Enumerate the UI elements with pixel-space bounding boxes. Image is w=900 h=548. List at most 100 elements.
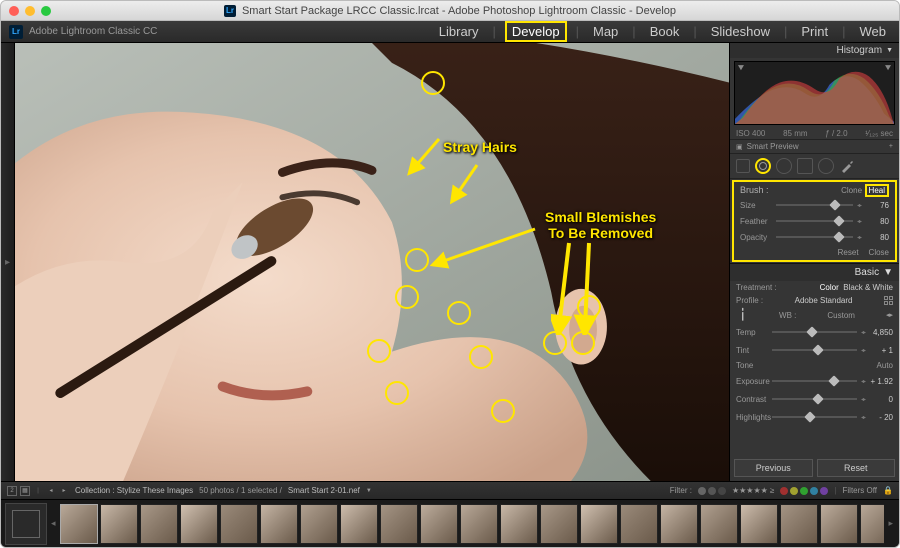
filmstrip-next-icon[interactable]: ▸	[886, 518, 895, 529]
filmstrip-thumb[interactable]	[260, 504, 298, 544]
chevron-down-icon[interactable]: ▼	[883, 267, 893, 278]
filmstrip-thumb[interactable]	[460, 504, 498, 544]
second-window-icon[interactable]: 2	[7, 486, 17, 496]
filmstrip-thumb[interactable]	[660, 504, 698, 544]
filename-crumb[interactable]: Smart Start 2-01.nef	[288, 486, 360, 495]
mode-clone[interactable]: Clone	[841, 186, 862, 195]
redeye-tool-icon[interactable]	[776, 158, 792, 174]
histo-aperture: ƒ / 2.0	[825, 129, 847, 138]
radial-filter-icon[interactable]	[818, 158, 834, 174]
tone-label: Tone	[736, 361, 753, 370]
filmstrip-thumb[interactable]	[820, 504, 858, 544]
filmstrip-thumb[interactable]	[420, 504, 458, 544]
window-title: Smart Start Package LRCC Classic.lrcat -…	[242, 5, 676, 17]
filmstrip-thumb[interactable]	[580, 504, 618, 544]
secondary-toolbar: 2 ▦ | ◂ ▸ Collection : Stylize These Ima…	[1, 481, 899, 499]
mac-titlebar: Lr Smart Start Package LRCC Classic.lrca…	[1, 1, 899, 21]
filmstrip-thumb[interactable]	[340, 504, 378, 544]
profile-label: Profile :	[736, 296, 763, 305]
module-web[interactable]: Web	[855, 23, 892, 40]
filmstrip-thumb[interactable]	[620, 504, 658, 544]
filmstrip-thumb[interactable]	[540, 504, 578, 544]
filmstrip-thumb[interactable]	[140, 504, 178, 544]
histogram-display[interactable]	[734, 61, 895, 125]
filmstrip-thumb[interactable]	[180, 504, 218, 544]
filmstrip-thumb[interactable]	[740, 504, 778, 544]
tint-slider[interactable]: Tint ◂▸ + 1	[730, 343, 899, 357]
filmstrip-thumb[interactable]	[860, 504, 885, 544]
image-canvas[interactable]: Stray Hairs Small Blemishes To Be Remove…	[15, 43, 729, 481]
filters-off[interactable]: Filters Off	[843, 486, 878, 495]
filmstrip-thumb[interactable]	[100, 504, 138, 544]
highlights-slider[interactable]: Highlights ◂▸ - 20	[730, 410, 899, 424]
filmstrip-thumb[interactable]	[380, 504, 418, 544]
crop-tool-icon[interactable]	[736, 159, 750, 173]
histogram-header[interactable]: Histogram	[836, 45, 882, 56]
grid-view-icon[interactable]: ▦	[20, 486, 30, 496]
mode-heal[interactable]: Heal	[865, 184, 889, 197]
flag-filters[interactable]	[698, 487, 726, 495]
module-picker-bar: Lr Adobe Lightroom Classic CC Library| D…	[1, 21, 899, 43]
chevron-down-icon[interactable]: ▼	[886, 47, 893, 54]
filmstrip-thumb[interactable]	[700, 504, 738, 544]
exposure-slider[interactable]: Exposure ◂▸ + 1.92	[730, 374, 899, 388]
preview-image	[15, 43, 729, 481]
wb-label: WB :	[779, 311, 796, 320]
spot-removal-tool-icon[interactable]	[755, 158, 771, 174]
treatment-bw[interactable]: Black & White	[843, 283, 893, 292]
tool-strip	[730, 154, 899, 179]
brand-label: Adobe Lightroom Classic CC	[29, 26, 157, 37]
size-slider[interactable]: Size ◂▸ 76	[740, 198, 889, 212]
filmstrip-thumb[interactable]	[500, 504, 538, 544]
filmstrip-thumb[interactable]	[300, 504, 338, 544]
module-develop[interactable]: Develop	[505, 21, 567, 42]
treatment-label: Treatment :	[736, 283, 777, 292]
module-book[interactable]: Book	[645, 23, 685, 40]
left-panel-collapsed[interactable]: ▸	[1, 43, 15, 481]
module-library[interactable]: Library	[434, 23, 484, 40]
contrast-slider[interactable]: Contrast ◂▸ 0	[730, 392, 899, 406]
wb-value[interactable]: Custom	[827, 311, 855, 320]
navigator-thumb[interactable]	[5, 503, 47, 545]
eyedropper-icon[interactable]	[734, 307, 751, 324]
temp-slider[interactable]: Temp ◂▸ 4,850	[730, 325, 899, 339]
module-map[interactable]: Map	[588, 23, 623, 40]
histo-iso: ISO 400	[736, 129, 765, 138]
filter-lock-icon[interactable]: 🔒	[883, 486, 893, 495]
photo-count: 50 photos / 1 selected /	[199, 486, 282, 495]
right-panel: Histogram ▼ ISO 400 85 mm ƒ / 2.0 ¹⁄₁₂₅ s…	[729, 43, 899, 481]
feather-slider[interactable]: Feather ◂▸ 80	[740, 214, 889, 228]
opacity-slider[interactable]: Opacity ◂▸ 80	[740, 230, 889, 244]
wb-dropdown-icon[interactable]: ◂▸	[886, 311, 893, 319]
back-icon[interactable]: ◂	[46, 486, 56, 496]
profile-browser-icon[interactable]	[884, 296, 893, 305]
brush-tool-icon[interactable]	[839, 158, 855, 174]
filmstrip-prev-icon[interactable]: ◂	[49, 518, 58, 529]
collection-crumb[interactable]: Collection : Stylize These Images	[75, 486, 193, 495]
brush-close[interactable]: Close	[869, 248, 889, 257]
filmstrip-thumb[interactable]	[220, 504, 258, 544]
reset-button[interactable]: Reset	[817, 459, 896, 477]
spot-removal-panel: Brush : Clone Heal Size ◂▸ 76 Feather ◂▸	[732, 180, 897, 262]
filter-label: Filter :	[670, 486, 692, 495]
lightroom-logo-icon: Lr	[9, 25, 23, 39]
smart-preview-label: Smart Preview	[747, 142, 799, 151]
previous-button[interactable]: Previous	[734, 459, 813, 477]
lightroom-icon: Lr	[224, 5, 236, 17]
graduated-filter-icon[interactable]	[797, 158, 813, 174]
treatment-color[interactable]: Color	[820, 283, 839, 292]
auto-button[interactable]: Auto	[877, 361, 893, 370]
color-filters[interactable]	[780, 487, 828, 495]
filmstrip-thumb[interactable]	[780, 504, 818, 544]
basic-header[interactable]: Basic	[855, 267, 879, 278]
forward-icon[interactable]: ▸	[59, 486, 69, 496]
profile-value[interactable]: Adobe Standard	[795, 296, 853, 305]
histo-focal: 85 mm	[783, 129, 807, 138]
histo-shutter: ¹⁄₁₂₅ sec	[865, 129, 893, 138]
module-slideshow[interactable]: Slideshow	[706, 23, 775, 40]
brush-reset[interactable]: Reset	[838, 248, 859, 257]
filmstrip[interactable]: ◂ ▸	[1, 499, 899, 547]
brush-label: Brush :	[740, 185, 769, 195]
filmstrip-thumb[interactable]	[60, 504, 98, 544]
module-print[interactable]: Print	[796, 23, 833, 40]
